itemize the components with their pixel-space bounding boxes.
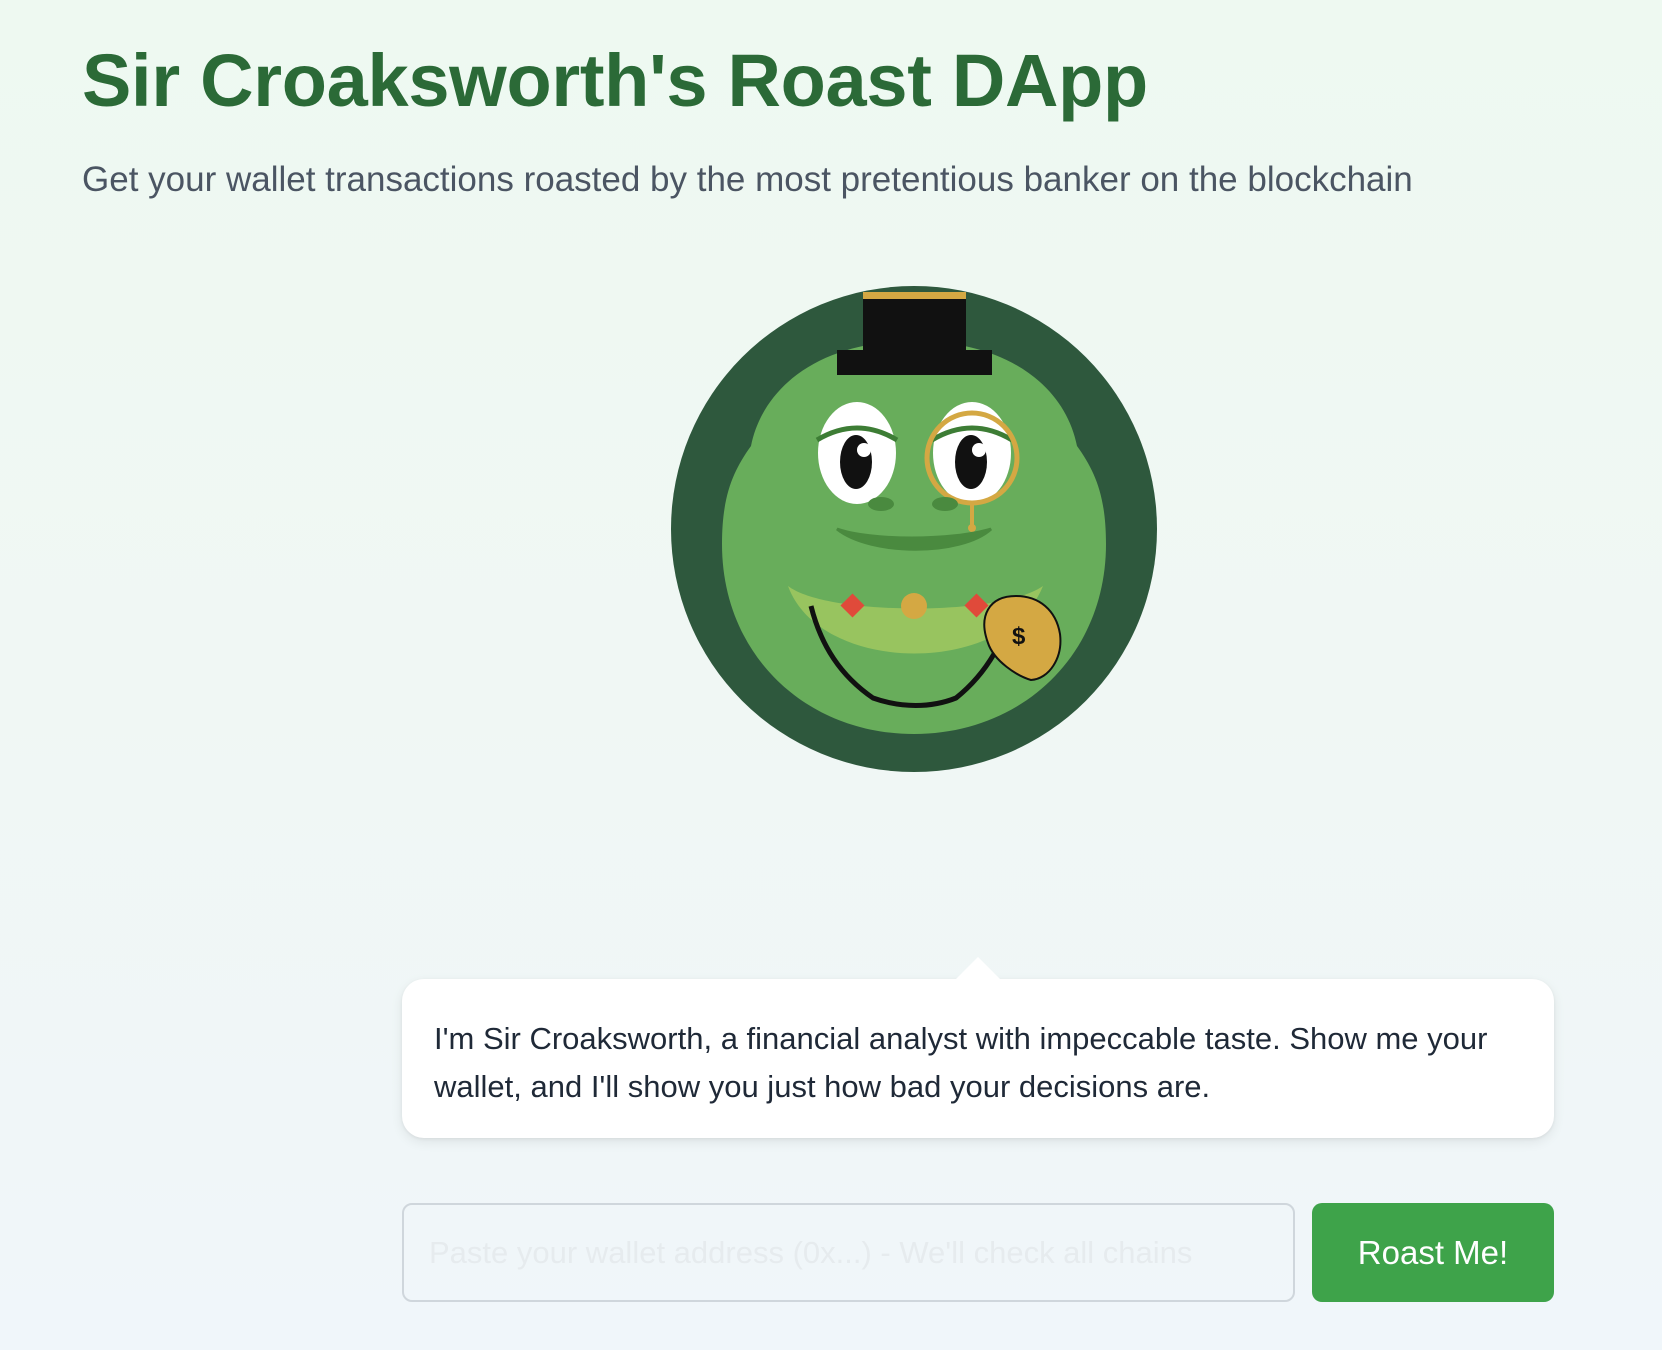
page-subtitle: Get your wallet transactions roasted by … (82, 160, 1413, 199)
speech-bubble-text: I'm Sir Croaksworth, a financial analyst… (434, 1021, 1488, 1104)
left-nostril (868, 497, 894, 511)
right-nostril (932, 497, 958, 511)
roast-me-button[interactable]: Roast Me! (1312, 1203, 1554, 1302)
wallet-address-input[interactable] (402, 1203, 1295, 1302)
money-bag-symbol: $ (1012, 623, 1026, 650)
speech-bubble: I'm Sir Croaksworth, a financial analyst… (402, 957, 1554, 1138)
page-title: Sir Croaksworth's Roast DApp (82, 39, 1148, 122)
frog-banker-icon: $ (671, 286, 1157, 772)
